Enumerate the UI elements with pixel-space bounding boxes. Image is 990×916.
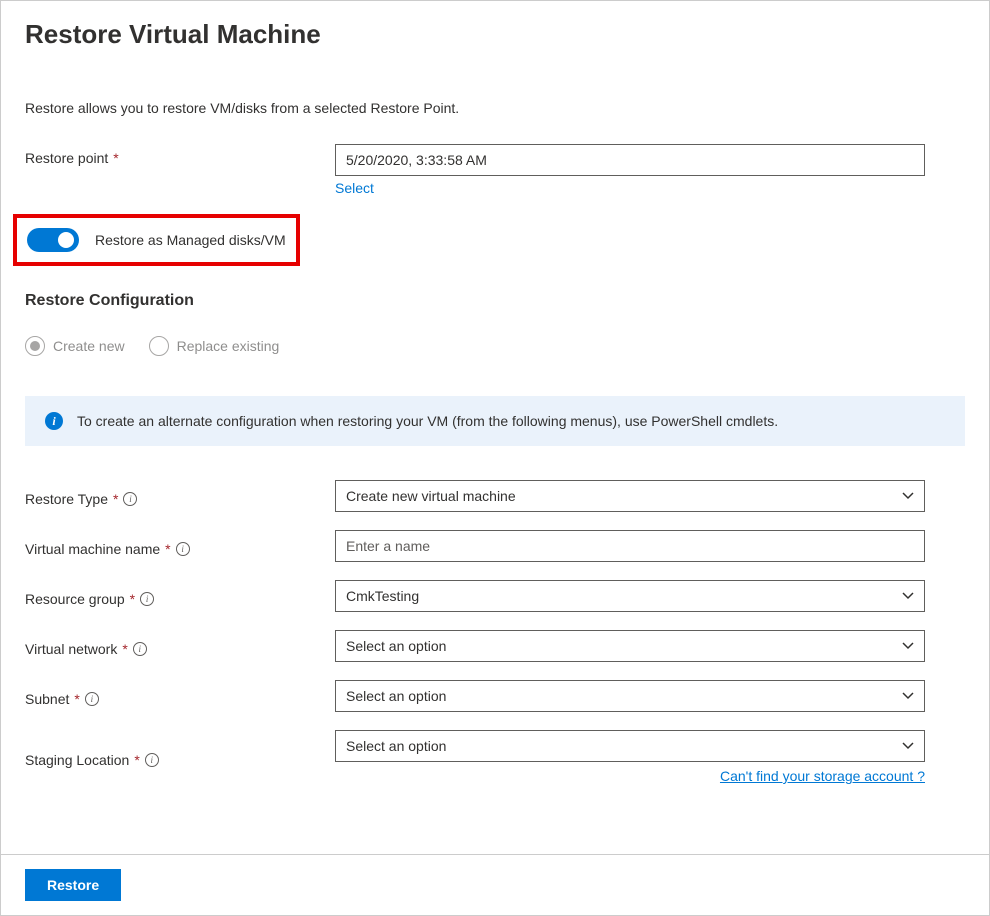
managed-disks-highlight: Restore as Managed disks/VM	[13, 214, 300, 266]
dropdown-value: Select an option	[346, 688, 446, 704]
info-icon[interactable]: i	[85, 692, 99, 706]
chevron-down-icon	[902, 590, 914, 602]
info-icon[interactable]: i	[176, 542, 190, 556]
dropdown-value: Create new virtual machine	[346, 488, 516, 504]
dropdown-value: CmkTesting	[346, 588, 419, 604]
radio-replace-existing-label: Replace existing	[177, 338, 280, 354]
staging-location-label: Staging Location * i	[25, 746, 335, 768]
footer: Restore	[1, 854, 989, 915]
toggle-knob	[58, 232, 74, 248]
staging-location-dropdown[interactable]: Select an option	[335, 730, 925, 762]
info-icon[interactable]: i	[145, 753, 159, 767]
info-text: To create an alternate configuration whe…	[77, 413, 778, 429]
vm-name-label: Virtual machine name * i	[25, 535, 335, 557]
required-asterisk: *	[134, 752, 139, 768]
required-asterisk: *	[165, 541, 170, 557]
chevron-down-icon	[902, 640, 914, 652]
radio-circle-icon	[25, 336, 45, 356]
page-title: Restore Virtual Machine	[25, 19, 965, 50]
managed-disks-toggle[interactable]	[27, 228, 79, 252]
resource-group-label: Resource group * i	[25, 585, 335, 607]
virtual-network-label: Virtual network * i	[25, 635, 335, 657]
required-asterisk: *	[122, 641, 127, 657]
info-icon: i	[45, 412, 63, 430]
info-icon[interactable]: i	[140, 592, 154, 606]
chevron-down-icon	[902, 690, 914, 702]
dropdown-value: Select an option	[346, 738, 446, 754]
dropdown-value: Select an option	[346, 638, 446, 654]
required-asterisk: *	[74, 691, 79, 707]
required-asterisk: *	[130, 591, 135, 607]
virtual-network-dropdown[interactable]: Select an option	[335, 630, 925, 662]
resource-group-dropdown[interactable]: CmkTesting	[335, 580, 925, 612]
subnet-dropdown[interactable]: Select an option	[335, 680, 925, 712]
subnet-label: Subnet * i	[25, 685, 335, 707]
restore-type-dropdown[interactable]: Create new virtual machine	[335, 480, 925, 512]
vm-name-input[interactable]	[335, 530, 925, 562]
radio-create-new-label: Create new	[53, 338, 125, 354]
restore-button[interactable]: Restore	[25, 869, 121, 901]
required-asterisk: *	[113, 150, 118, 166]
required-asterisk: *	[113, 491, 118, 507]
page-description: Restore allows you to restore VM/disks f…	[25, 100, 965, 116]
restore-configuration-heading: Restore Configuration	[25, 292, 965, 310]
info-box: i To create an alternate configuration w…	[25, 396, 965, 446]
radio-circle-icon	[149, 336, 169, 356]
select-restore-point-link[interactable]: Select	[335, 180, 374, 196]
info-icon[interactable]: i	[133, 642, 147, 656]
restore-type-label: Restore Type * i	[25, 485, 335, 507]
info-icon[interactable]: i	[123, 492, 137, 506]
chevron-down-icon	[902, 740, 914, 752]
managed-disks-toggle-label: Restore as Managed disks/VM	[95, 232, 286, 248]
restore-point-input[interactable]	[335, 144, 925, 176]
radio-replace-existing[interactable]: Replace existing	[149, 336, 280, 356]
restore-point-label: Restore point *	[25, 144, 335, 166]
storage-account-help-link[interactable]: Can't find your storage account ?	[335, 768, 925, 784]
radio-create-new[interactable]: Create new	[25, 336, 125, 356]
chevron-down-icon	[902, 490, 914, 502]
